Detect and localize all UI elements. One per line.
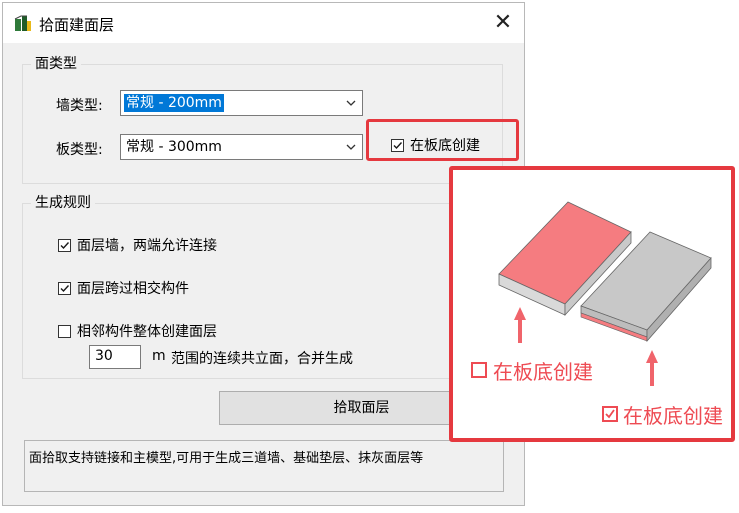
slab-illustration xyxy=(498,201,712,386)
title-bar: 拾面建面层 ✕ xyxy=(3,3,524,43)
callout-panel: 在板底创建 在板底创建 xyxy=(449,166,735,442)
app-icon xyxy=(14,15,31,31)
rules-group-label: 生成规则 xyxy=(31,194,95,212)
callout-checked-label: 在板底创建 xyxy=(623,404,723,428)
wall-type-label: 墙类型: xyxy=(56,98,103,114)
unchecked-box-icon xyxy=(471,362,487,378)
arrow-up-icon xyxy=(514,307,526,343)
wall-type-value: 常规 - 200mm xyxy=(124,94,224,112)
pick-face-dialog: 拾面建面层 ✕ 面类型 墙类型: 常规 - 200mm 板类型: 常规 - 30… xyxy=(2,2,525,506)
check-icon xyxy=(605,409,615,419)
check-icon xyxy=(393,142,403,150)
create-under-slab-label: 在板底创建 xyxy=(410,138,480,154)
check-icon xyxy=(60,242,70,250)
rule-checkbox-adjacent-whole[interactable] xyxy=(58,325,71,338)
range-suffix: 范围的连续共立面，合并生成 xyxy=(171,351,353,367)
rule-checkbox-wall-connect[interactable] xyxy=(58,239,71,252)
rule-label-adjacent-whole: 相邻构件整体创建面层 xyxy=(77,324,217,340)
chevron-down-icon xyxy=(346,144,356,150)
range-input[interactable]: 30 xyxy=(89,345,141,369)
chevron-down-icon xyxy=(346,100,356,106)
check-icon xyxy=(60,285,70,293)
slab-type-label: 板类型: xyxy=(56,142,103,158)
create-under-slab-checkbox[interactable] xyxy=(391,139,404,152)
wall-type-select[interactable]: 常规 - 200mm xyxy=(120,90,363,116)
rule-label-span-intersect: 面层跨过相交构件 xyxy=(77,281,189,297)
description-box: 面拾取支持链接和主模型,可用于生成三道墙、基础垫层、抹灰面层等 xyxy=(24,440,504,492)
window-title: 拾面建面层 xyxy=(39,16,115,34)
close-icon[interactable]: ✕ xyxy=(488,8,518,38)
slab-type-value: 常规 - 300mm xyxy=(126,139,222,155)
rule-checkbox-span-intersect[interactable] xyxy=(58,282,71,295)
arrow-up-icon xyxy=(646,350,658,386)
range-unit: m xyxy=(152,348,166,364)
face-type-group-label: 面类型 xyxy=(31,55,81,73)
checked-box-icon xyxy=(602,406,618,422)
callout-unchecked-label: 在板底创建 xyxy=(493,360,593,384)
slab-type-select[interactable]: 常规 - 300mm xyxy=(120,134,363,160)
rule-label-wall-connect: 面层墙，两端允许连接 xyxy=(77,238,217,254)
